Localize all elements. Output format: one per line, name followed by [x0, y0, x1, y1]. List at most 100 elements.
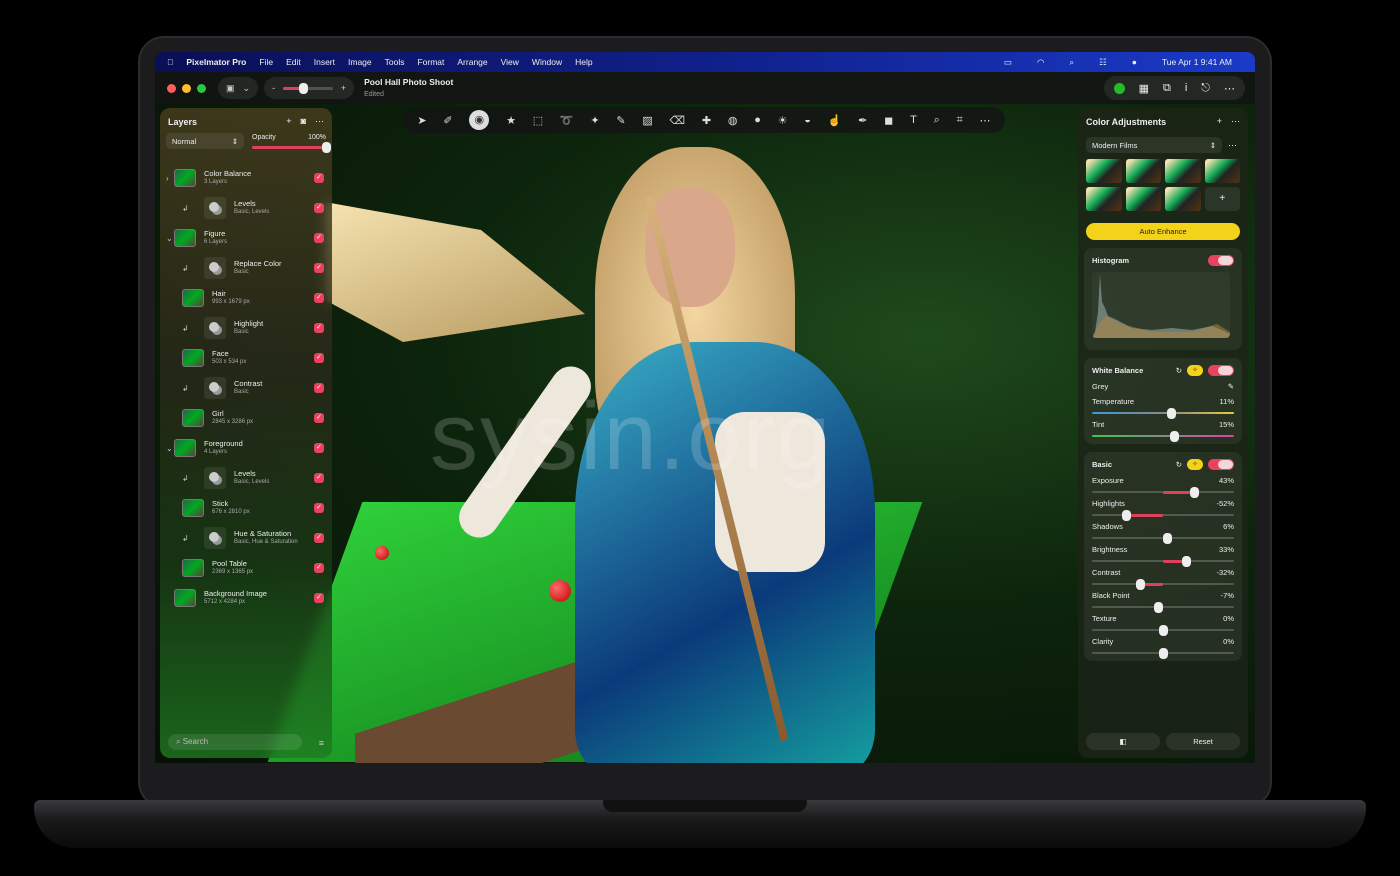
layer-row[interactable]: Background Image5712 x 4284 px✓: [160, 583, 332, 613]
eyedropper-icon[interactable]: ✎: [1228, 382, 1234, 391]
add-preset-button[interactable]: +: [1205, 187, 1241, 211]
add-layer-icon[interactable]: +: [286, 116, 291, 127]
close-button[interactable]: [167, 84, 176, 93]
visibility-checkbox[interactable]: ✓: [314, 203, 324, 213]
color-indicator-icon[interactable]: [1114, 83, 1125, 94]
visibility-checkbox[interactable]: ✓: [314, 353, 324, 363]
layer-row[interactable]: Stick676 x 2810 px✓: [160, 493, 332, 523]
visibility-checkbox[interactable]: ✓: [314, 533, 324, 543]
layer-row[interactable]: ↲LevelsBasic, Levels✓: [160, 463, 332, 493]
search-icon[interactable]: ⌕: [1069, 57, 1074, 68]
preset-thumbnail[interactable]: [1165, 159, 1201, 183]
chevron-down-icon[interactable]: ⌄: [166, 444, 173, 453]
layer-row[interactable]: ↲HighlightBasic✓: [160, 313, 332, 343]
slider-clarity[interactable]: Clarity0%: [1092, 637, 1234, 654]
auto-wand-icon[interactable]: ✧: [1187, 365, 1203, 376]
visibility-checkbox[interactable]: ✓: [314, 473, 324, 483]
add-icon[interactable]: +: [1217, 116, 1222, 127]
battery-icon[interactable]: ▭: [1004, 57, 1012, 68]
slider-thumb[interactable]: [1190, 487, 1199, 498]
filter-icon[interactable]: ≡: [319, 738, 324, 748]
more-icon[interactable]: ⋯: [1228, 140, 1237, 151]
menu-edit[interactable]: Edit: [286, 57, 301, 67]
reset-icon[interactable]: ↻: [1176, 366, 1182, 375]
layer-row[interactable]: ⌄Figure6 Layers✓: [160, 223, 332, 253]
visibility-checkbox[interactable]: ✓: [314, 503, 324, 513]
clone-icon[interactable]: ◍: [728, 114, 738, 127]
preset-thumbnail[interactable]: [1086, 159, 1122, 183]
slider-thumb[interactable]: [1170, 431, 1179, 442]
rect-select-icon[interactable]: ⬚: [533, 114, 543, 127]
menu-window[interactable]: Window: [532, 57, 562, 67]
visibility-checkbox[interactable]: ✓: [314, 293, 324, 303]
basic-toggle[interactable]: [1208, 459, 1234, 470]
wifi-icon[interactable]: ◠: [1037, 57, 1044, 68]
slider-thumb[interactable]: [1182, 556, 1191, 567]
layer-row[interactable]: ↲LevelsBasic, Levels✓: [160, 193, 332, 223]
menu-help[interactable]: Help: [575, 57, 592, 67]
layer-row[interactable]: Face503 x 534 px✓: [160, 343, 332, 373]
arrow-tool-icon[interactable]: ➤: [417, 114, 426, 127]
blur-icon[interactable]: ●: [754, 114, 761, 126]
share-icon[interactable]: ⧉: [1163, 82, 1171, 95]
lasso-select-icon[interactable]: ➰: [560, 114, 574, 127]
clock[interactable]: Tue Apr 1 9:41 AM: [1162, 57, 1232, 67]
visibility-checkbox[interactable]: ✓: [314, 263, 324, 273]
layer-row[interactable]: ↲ContrastBasic✓: [160, 373, 332, 403]
slider-black-point[interactable]: Black Point-7%: [1092, 591, 1234, 608]
more-icon[interactable]: ⋯: [1224, 82, 1235, 95]
slider-contrast[interactable]: Contrast-32%: [1092, 568, 1234, 585]
shapes-icon[interactable]: ◼: [884, 114, 893, 127]
crop-icon[interactable]: ⌗: [957, 114, 963, 127]
visibility-checkbox[interactable]: ✓: [314, 383, 324, 393]
layer-row[interactable]: Pool Table2369 x 1365 px✓: [160, 553, 332, 583]
zoom-button[interactable]: [197, 84, 206, 93]
visibility-checkbox[interactable]: ✓: [314, 413, 324, 423]
menu-view[interactable]: View: [501, 57, 519, 67]
chevron-right-icon[interactable]: ›: [166, 174, 169, 183]
chevron-down-icon[interactable]: ⌄: [166, 234, 173, 243]
menu-tools[interactable]: Tools: [385, 57, 405, 67]
layer-row[interactable]: Girl2845 x 3286 px✓: [160, 403, 332, 433]
auto-enhance-button[interactable]: Auto Enhance: [1086, 223, 1240, 240]
menu-file[interactable]: File: [259, 57, 273, 67]
menu-insert[interactable]: Insert: [314, 57, 335, 67]
menu-app[interactable]: Pixelmator Pro: [186, 57, 246, 67]
mask-icon[interactable]: ◙: [301, 116, 306, 127]
info-icon[interactable]: i: [1185, 82, 1187, 94]
slider-temperature[interactable]: Temperature11%: [1092, 397, 1234, 414]
layer-row[interactable]: Hair993 x 1679 px✓: [160, 283, 332, 313]
slider-thumb[interactable]: [1167, 408, 1176, 419]
preset-thumbnail[interactable]: [1126, 159, 1162, 183]
menu-image[interactable]: Image: [348, 57, 372, 67]
visibility-checkbox[interactable]: ✓: [314, 443, 324, 453]
reset-icon[interactable]: ↻: [1176, 460, 1182, 469]
siri-icon[interactable]: ●: [1132, 57, 1137, 67]
sidebar-icon[interactable]: ▣: [226, 83, 235, 94]
preset-thumbnail[interactable]: [1165, 187, 1201, 211]
lighten-icon[interactable]: ☀: [778, 114, 788, 127]
slider-exposure[interactable]: Exposure43%: [1092, 476, 1234, 493]
layer-row[interactable]: ⌄Foreground4 Layers✓: [160, 433, 332, 463]
opacity-slider-thumb[interactable]: [322, 142, 331, 153]
visibility-checkbox[interactable]: ✓: [314, 233, 324, 243]
preset-thumbnail[interactable]: [1086, 187, 1122, 211]
zoom-icon[interactable]: ⌕: [934, 114, 940, 127]
slider-brightness[interactable]: Brightness33%: [1092, 545, 1234, 562]
slider-highlights[interactable]: Highlights-52%: [1092, 499, 1234, 516]
minimize-button[interactable]: [182, 84, 191, 93]
slider-thumb[interactable]: [1136, 579, 1145, 590]
slider-thumb[interactable]: [1159, 648, 1168, 659]
slider-shadows[interactable]: Shadows6%: [1092, 522, 1234, 539]
apple-icon[interactable]: : [167, 57, 173, 67]
blend-mode-select[interactable]: Normal⇕: [166, 133, 244, 149]
paint-icon[interactable]: ✎: [616, 114, 625, 127]
control-center-icon[interactable]: ☷: [1099, 57, 1107, 68]
layer-search-input[interactable]: ⌕ Search: [168, 734, 302, 750]
preset-thumbnail[interactable]: [1126, 187, 1162, 211]
histogram-toggle[interactable]: [1208, 255, 1234, 266]
reset-button[interactable]: Reset: [1166, 733, 1240, 750]
slider-thumb[interactable]: [1122, 510, 1131, 521]
layer-row[interactable]: ↲Replace ColorBasic✓: [160, 253, 332, 283]
slider-thumb[interactable]: [1154, 602, 1163, 613]
